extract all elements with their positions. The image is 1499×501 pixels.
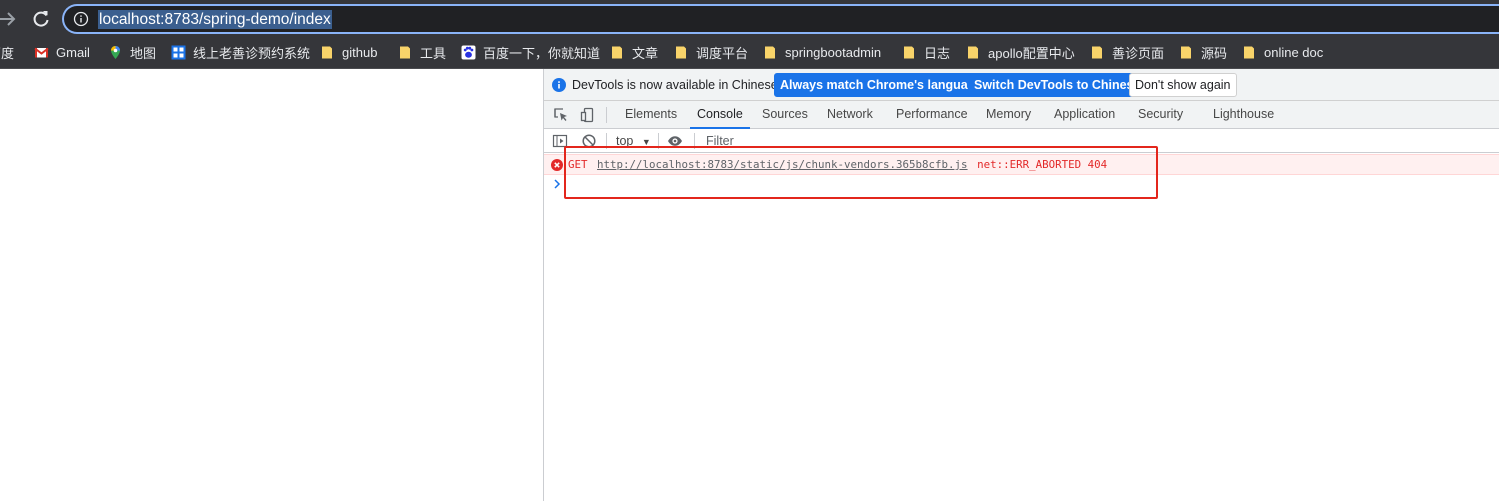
tab-memory[interactable]: Memory: [986, 101, 1031, 128]
bookmark-label: 百度一下，你就知道: [483, 46, 601, 61]
folder-icon: [400, 46, 410, 59]
folder-icon: [1092, 46, 1102, 59]
eye-icon[interactable]: [667, 133, 683, 149]
console-filter-input[interactable]: [702, 131, 1492, 151]
error-method: GET: [568, 158, 588, 171]
tab-console[interactable]: Console: [690, 101, 750, 129]
bookmark-label: apollo配置中心: [988, 46, 1075, 61]
bookmark-appointment-system[interactable]: 线上老善诊预约系统: [171, 37, 310, 68]
folder-icon: [1244, 46, 1254, 59]
bookmark-label: 日志: [924, 46, 951, 61]
bookmark-label: 线上老善诊预约系统: [193, 46, 311, 61]
toolbar-divider: [606, 107, 607, 123]
folder-icon: [1181, 46, 1191, 59]
bookmark-label: 调度平台: [696, 46, 749, 61]
chevron-down-icon: ▼: [641, 137, 651, 147]
bookmark-folder-online-doc[interactable]: online doc: [1242, 37, 1323, 68]
error-url-link[interactable]: http://localhost:8783/static/js/chunk-ve…: [597, 158, 968, 171]
devtools-panel: DevTools is now available in Chinese! Al…: [543, 69, 1499, 501]
toolbar-divider: [694, 133, 695, 149]
console-output: GET http://localhost:8783/static/js/chun…: [544, 153, 1499, 501]
clear-console-icon[interactable]: [581, 133, 597, 149]
toolbar-divider: [606, 133, 607, 149]
tab-performance[interactable]: Performance: [896, 101, 968, 128]
bookmark-baidu-search[interactable]: 百度一下，你就知道: [461, 37, 600, 68]
tab-security[interactable]: Security: [1138, 101, 1183, 128]
devtools-tab-bar: Elements Console Sources Network Perform…: [544, 101, 1499, 129]
baidu-paw-icon: [461, 45, 476, 60]
site-info-icon[interactable]: [73, 11, 89, 27]
context-selector[interactable]: top ▼: [616, 134, 651, 148]
address-bar[interactable]: localhost:8783/spring-demo/index: [62, 4, 1499, 34]
folder-icon: [612, 46, 622, 59]
error-icon: [551, 159, 563, 171]
console-error-message: GET http://localhost:8783/static/js/chun…: [544, 154, 1499, 175]
url-text[interactable]: localhost:8783/spring-demo/index: [98, 10, 332, 29]
device-toolbar-icon[interactable]: [580, 107, 596, 123]
folder-icon: [968, 46, 978, 59]
bookmark-label: 文章: [632, 46, 659, 61]
bookmark-label: Gmail: [56, 45, 90, 60]
bookmark-folder-github[interactable]: github: [320, 37, 377, 68]
bookmark-label: 百度: [0, 46, 15, 61]
folder-icon: [676, 46, 686, 59]
folder-icon: [322, 46, 332, 59]
folder-icon: [904, 46, 914, 59]
bookmark-folder-apollo[interactable]: apollo配置中心: [966, 37, 1075, 68]
bookmark-folder-scheduler[interactable]: 调度平台: [674, 37, 748, 68]
reload-icon[interactable]: [30, 8, 52, 30]
bookmark-label: github: [342, 45, 378, 60]
bookmark-folder-articles[interactable]: 文章: [610, 37, 658, 68]
bookmarks-bar: 百度 Gmail 地图 线上老善诊预约系统: [0, 37, 1499, 69]
page-content: [0, 69, 543, 501]
console-prompt-icon[interactable]: [552, 178, 562, 190]
error-text: GET http://localhost:8783/static/js/chun…: [568, 158, 1107, 171]
tab-elements[interactable]: Elements: [625, 101, 677, 128]
inspect-element-icon[interactable]: [553, 107, 569, 123]
switch-to-chinese-button[interactable]: Switch DevTools to Chinese: [968, 73, 1147, 97]
bookmark-label: 善诊页面: [1112, 46, 1165, 61]
bookmark-folder-springbootadmin[interactable]: springbootadmin: [763, 37, 881, 68]
tab-application[interactable]: Application: [1054, 101, 1115, 128]
devtools-language-infobar: DevTools is now available in Chinese! Al…: [544, 69, 1499, 101]
bookmark-folder-pages[interactable]: 善诊页面: [1090, 37, 1164, 68]
bookmark-folder-tools[interactable]: 工具: [398, 37, 446, 68]
error-status: net::ERR_ABORTED 404: [977, 158, 1108, 171]
bookmark-gmail[interactable]: Gmail: [34, 37, 90, 68]
console-toolbar: top ▼: [544, 129, 1499, 153]
bookmark-label: online doc: [1264, 45, 1324, 60]
bookmark-folder-logs[interactable]: 日志: [902, 37, 950, 68]
toolbar-divider: [658, 133, 659, 149]
maps-pin-icon: [111, 46, 120, 59]
bookmark-maps[interactable]: 地图: [108, 37, 156, 68]
context-selector-value: top: [616, 134, 634, 148]
gmail-icon: [34, 47, 49, 58]
toggle-sidebar-icon[interactable]: [552, 133, 568, 149]
bookmark-label: 地图: [130, 46, 157, 61]
tab-lighthouse[interactable]: Lighthouse: [1213, 101, 1274, 128]
app-grid-icon: [171, 45, 186, 60]
bookmark-baidu[interactable]: 百度: [0, 37, 14, 68]
bookmark-label: springbootadmin: [785, 45, 882, 60]
infobar-message: DevTools is now available in Chinese!: [572, 78, 782, 92]
info-icon: [552, 78, 566, 92]
forward-arrow-icon[interactable]: [0, 8, 22, 30]
tab-sources[interactable]: Sources: [762, 101, 808, 128]
dont-show-again-button[interactable]: Don't show again: [1129, 73, 1237, 97]
bookmark-label: 源码: [1201, 46, 1228, 61]
tab-network[interactable]: Network: [827, 101, 873, 128]
always-match-language-button[interactable]: Always match Chrome's language: [774, 73, 989, 97]
bookmark-label: 工具: [420, 46, 447, 61]
browser-toolbar: localhost:8783/spring-demo/index: [0, 0, 1499, 37]
folder-icon: [765, 46, 775, 59]
bookmark-folder-source[interactable]: 源码: [1179, 37, 1227, 68]
